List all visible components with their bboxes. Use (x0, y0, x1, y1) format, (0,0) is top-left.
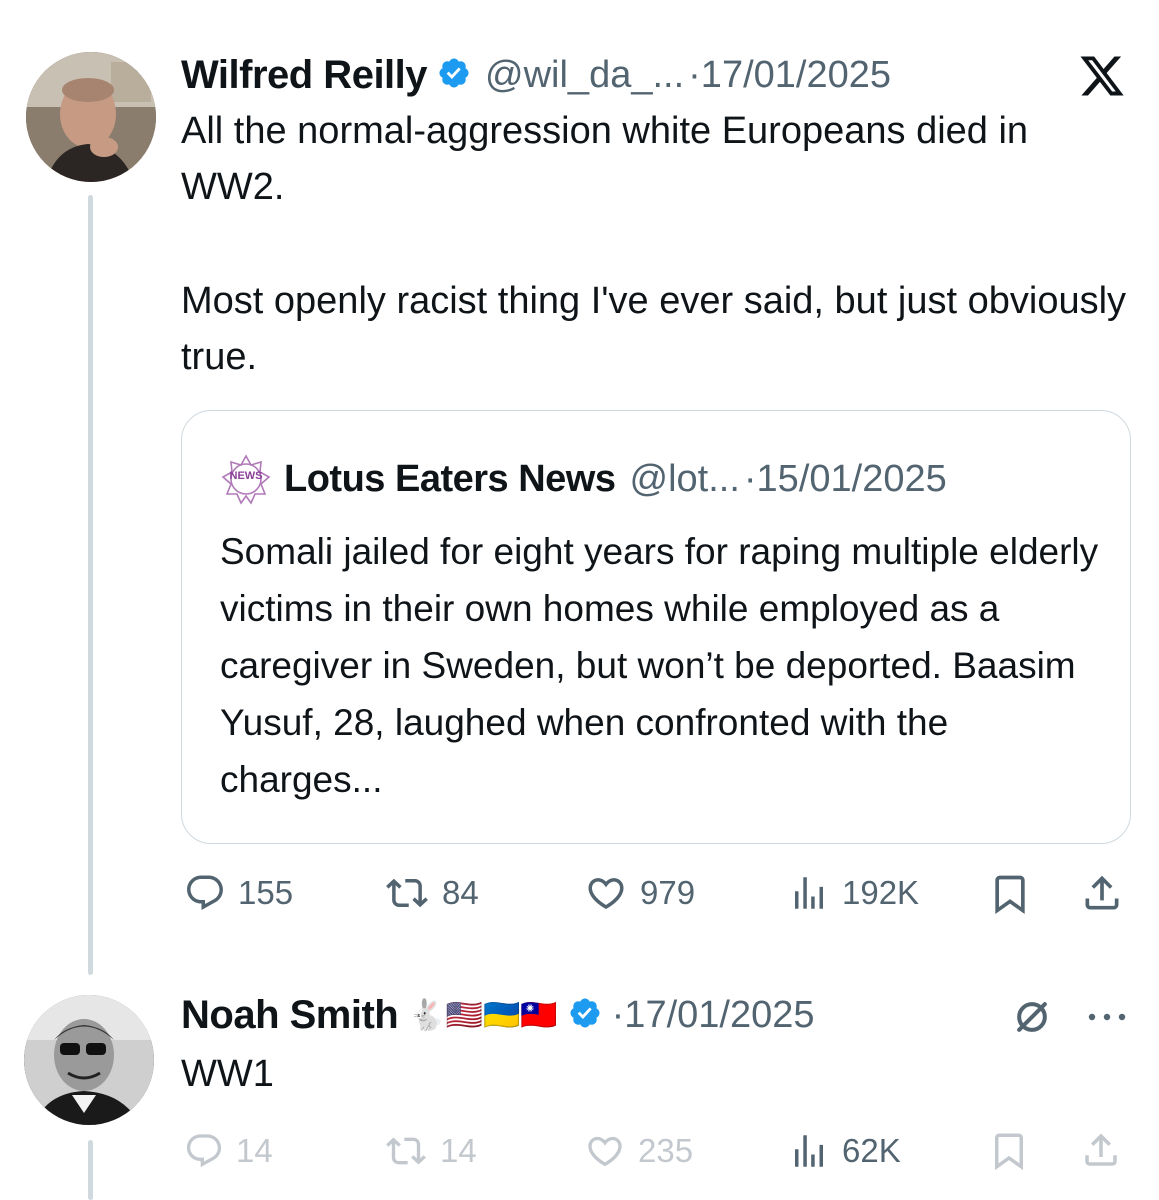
thread-line (88, 195, 93, 975)
retweet-icon (386, 1137, 426, 1165)
tweet-body-paragraph-2: Most openly racist thing I've ever said,… (181, 280, 1127, 378)
quoted-author-name[interactable]: Lotus Eaters News (284, 458, 616, 501)
x-logo-icon[interactable] (1078, 52, 1126, 100)
quoted-tweet-date[interactable]: ·15/01/2025 (744, 458, 947, 501)
share-icon (1085, 1133, 1117, 1166)
quoted-tweet-text: Somali jailed for eight years for raping… (220, 531, 1099, 800)
reply-reply-button[interactable]: 14 (184, 1126, 273, 1176)
avatar-image (26, 52, 156, 182)
avatar-wilfred-reilly[interactable] (26, 52, 156, 182)
views-button[interactable]: 192K (788, 868, 919, 918)
tweet-body-paragraph-1: All the normal-aggression white European… (181, 110, 1029, 208)
reply-date[interactable]: ·17/01/2025 (612, 994, 815, 1037)
mute-icon[interactable] (1010, 995, 1054, 1044)
reply-reply-count: 14 (236, 1132, 273, 1169)
bookmark-icon (995, 875, 1025, 915)
reply-like-count: 235 (638, 1132, 694, 1169)
reply-author-name[interactable]: Noah Smith (181, 993, 399, 1038)
share-icon (1085, 875, 1119, 910)
like-icon (588, 878, 624, 910)
author-name[interactable]: Wilfred Reilly (181, 53, 428, 98)
lotus-eaters-logo-icon: NEWS (220, 453, 272, 505)
thread-line-reply (88, 1140, 93, 1200)
reply-emoji-badges: 🐇🇺🇸🇺🇦🇹🇼 (408, 997, 558, 1033)
avatar-noah-smith[interactable] (24, 995, 154, 1125)
more-icon[interactable] (1084, 1000, 1130, 1039)
bookmark-button[interactable] (988, 872, 1032, 921)
reply-retweet-count: 14 (440, 1132, 477, 1169)
reply-button[interactable]: 155 (184, 868, 293, 918)
verified-badge-icon (437, 56, 471, 95)
reply-icon (186, 1134, 222, 1168)
bookmark-icon (995, 1133, 1023, 1171)
like-icon (588, 1136, 622, 1167)
avatar-image (24, 995, 154, 1125)
reply-icon (187, 875, 223, 910)
like-count: 979 (640, 874, 696, 911)
reply-count: 155 (238, 874, 294, 911)
views-icon (795, 877, 823, 909)
reply-views-button[interactable]: 62K (788, 1126, 901, 1176)
tweet-date[interactable]: ·17/01/2025 (688, 54, 891, 97)
quoted-author-handle[interactable]: @lot... (630, 458, 740, 501)
lotus-logo-text: NEWS (229, 470, 263, 482)
retweet-count: 84 (442, 874, 479, 911)
views-count: 192K (842, 874, 920, 911)
retweet-button[interactable]: 84 (384, 868, 479, 918)
views-icon (795, 1135, 823, 1167)
reply-share-button[interactable] (1080, 1128, 1122, 1177)
verified-badge-icon (568, 996, 602, 1035)
reply-views-count: 62K (842, 1132, 901, 1169)
like-button[interactable]: 979 (584, 868, 695, 918)
share-button[interactable] (1080, 870, 1124, 921)
retweet-icon (386, 878, 428, 908)
author-handle[interactable]: @wil_da_... (485, 54, 684, 97)
reply-bookmark-button[interactable] (988, 1130, 1030, 1177)
reply-like-button[interactable]: 235 (584, 1126, 693, 1176)
reply-retweet-button[interactable]: 14 (384, 1126, 477, 1176)
reply-body: WW1 (181, 1053, 274, 1095)
